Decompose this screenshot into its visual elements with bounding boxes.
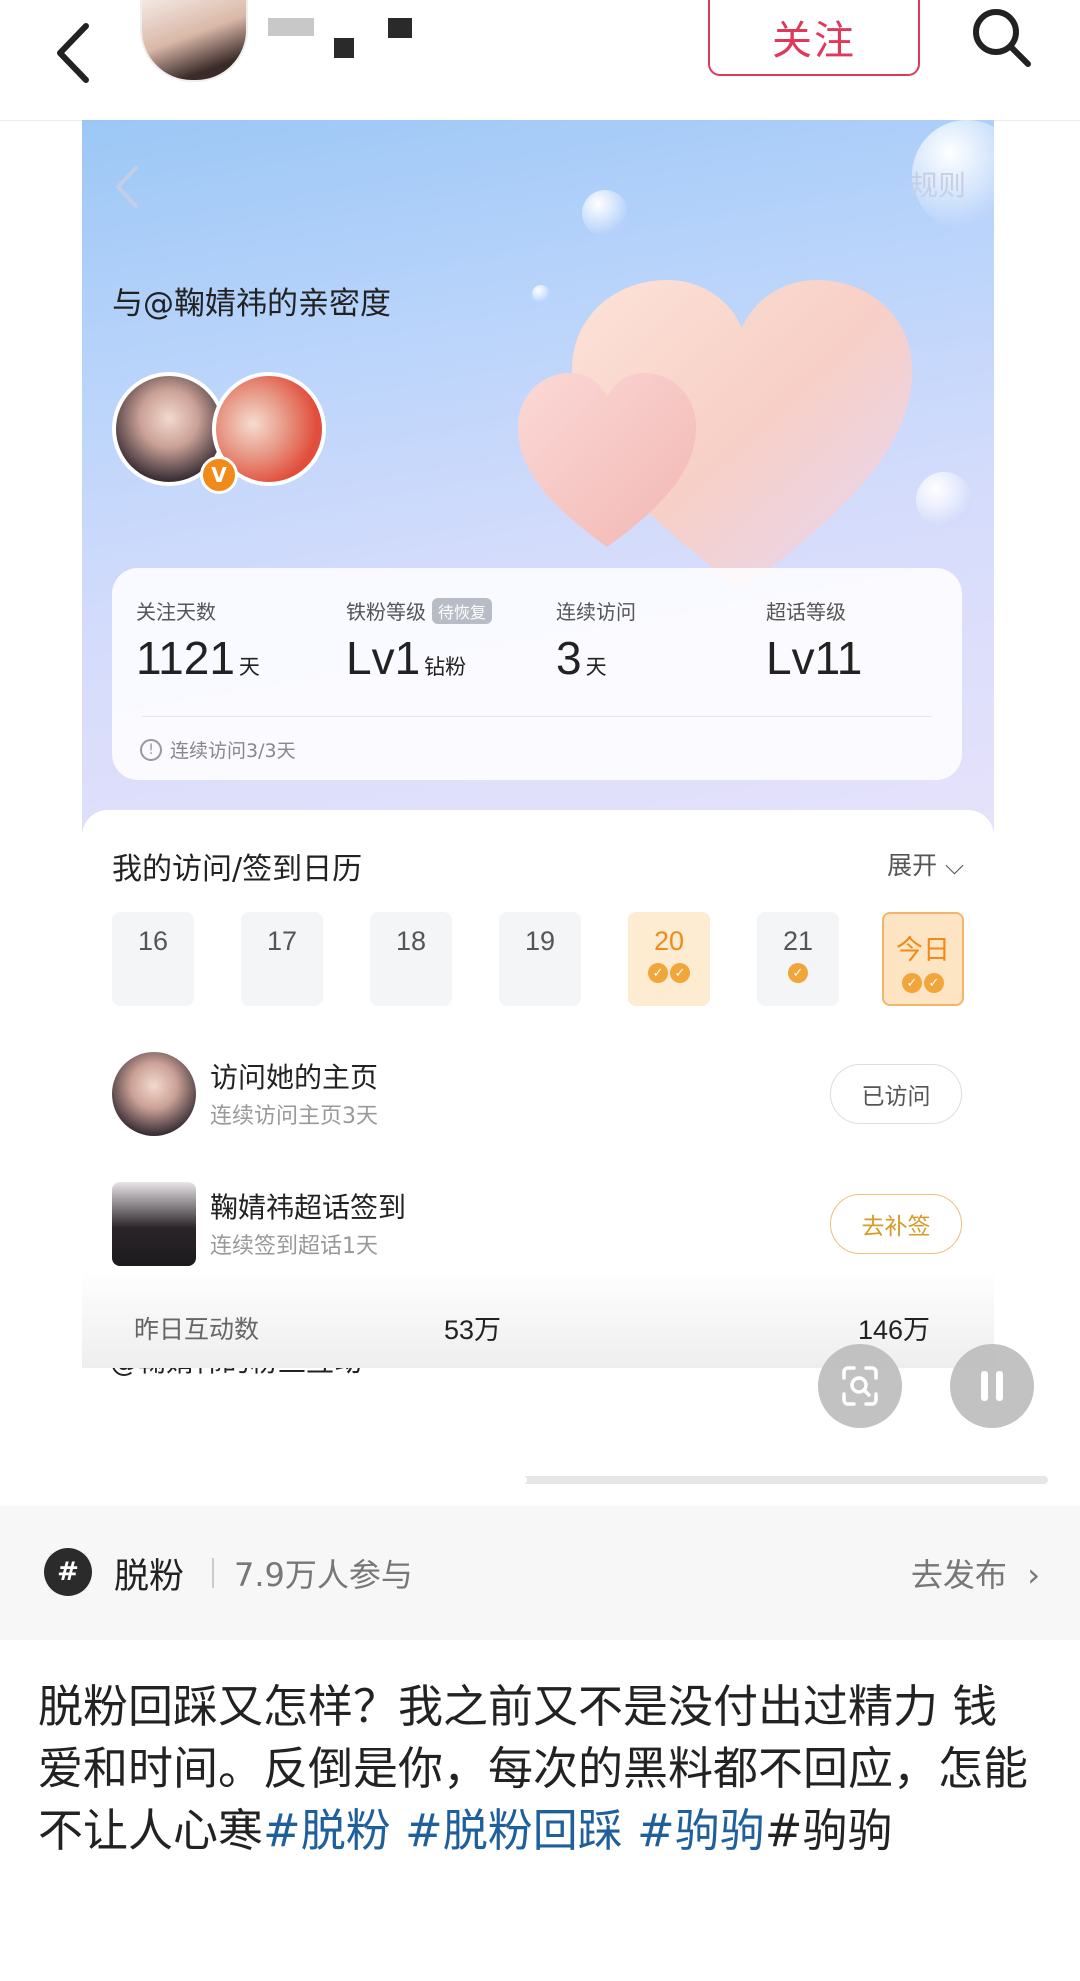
- calendar-day[interactable]: 19: [499, 912, 581, 1006]
- top-nav-bar: 关注: [0, 0, 1080, 121]
- yesterday-label: 昨日互动数: [134, 1315, 260, 1344]
- stat-value: 3: [556, 632, 582, 684]
- decor-bubble: [916, 472, 972, 528]
- censor-block: [388, 18, 412, 38]
- task-subtitle: 连续签到超话1天: [210, 1234, 378, 1259]
- check-icon: ✓: [902, 973, 922, 993]
- stat-supertopic-level: 超话等级 Lv11: [766, 596, 862, 685]
- yesterday-value: 53万: [444, 1315, 502, 1345]
- check-icon: ✓: [670, 963, 690, 983]
- stat-label: 铁粉等级: [346, 600, 426, 624]
- stat-iron-fan-level: 铁粉等级 待恢复 Lv1 钻粉: [346, 596, 493, 685]
- chevron-right-icon: ›: [1027, 1556, 1040, 1594]
- intimacy-stats-card: 关注天数 1121 天 铁粉等级 待恢复 Lv1 钻粉 连续访问 3天 超话等级 Lv…: [112, 568, 962, 780]
- task-supertopic-checkin: 鞠婧祎超话签到 连续签到超话1天 去补签: [112, 1182, 962, 1272]
- hashtag-link[interactable]: #脱粉回踩: [391, 1804, 623, 1857]
- visit-tip-text: 连续访问3/3天: [170, 740, 296, 762]
- hashtag-plain: #驹驹: [764, 1804, 893, 1857]
- stat-label: 关注天数: [136, 600, 216, 624]
- stat-label: 连续访问: [556, 600, 636, 624]
- calendar-day[interactable]: 16: [112, 912, 194, 1006]
- check-icon: ✓: [924, 973, 944, 993]
- stat-unit: 天: [238, 656, 260, 679]
- pending-restore-tag: 待恢复: [432, 597, 493, 624]
- video-progress-fill: [26, 1476, 527, 1484]
- follow-button[interactable]: 关注: [708, 0, 920, 76]
- decor-bubble: [582, 190, 628, 236]
- divider: [142, 716, 932, 717]
- stat-value: 1121: [136, 632, 235, 684]
- stat-consecutive-visits: 连续访问 3天: [556, 596, 636, 685]
- day-label: 16: [137, 926, 169, 956]
- calendar-day[interactable]: 21 ✓: [757, 912, 839, 1006]
- task-subtitle: 连续访问主页3天: [210, 1104, 378, 1129]
- calendar-day[interactable]: 20 ✓ ✓: [628, 912, 710, 1006]
- stat-unit: 钻粉: [424, 656, 467, 679]
- task-visit-homepage: 访问她的主页 连续访问主页3天 已访问: [112, 1052, 962, 1142]
- day-label: 20: [653, 926, 685, 956]
- day-label: 17: [266, 926, 298, 956]
- task-title: 访问她的主页: [210, 1061, 379, 1094]
- calendar-day[interactable]: 17: [241, 912, 323, 1006]
- calendar-day[interactable]: 18: [370, 912, 452, 1006]
- task-avatar: [112, 1182, 196, 1266]
- stat-value: Lv1: [346, 632, 421, 684]
- check-icon: ✓: [788, 963, 808, 983]
- stat-label: 超话等级: [766, 600, 846, 624]
- day-label: 21: [782, 926, 814, 956]
- small-heart-icon: [518, 373, 696, 547]
- topic-name: 脱粉: [114, 1557, 185, 1597]
- hashtag-link[interactable]: #驹驹: [623, 1804, 765, 1857]
- censored-username: [268, 18, 314, 36]
- stat-follow-days: 关注天数 1121 天: [136, 596, 260, 685]
- other-value: 146万: [858, 1315, 931, 1345]
- visited-button[interactable]: 已访问: [830, 1064, 962, 1124]
- go-publish-label: 去发布: [910, 1556, 1007, 1594]
- video-progress-bar[interactable]: [26, 1476, 1048, 1484]
- stat-value: Lv11: [766, 632, 863, 684]
- day-label: 今日: [896, 935, 950, 965]
- hashtag-link[interactable]: #脱粉: [263, 1804, 391, 1857]
- expand-label: 展开: [887, 851, 938, 880]
- image-search-icon[interactable]: [818, 1344, 902, 1428]
- chevron-down-icon: ⌵: [945, 851, 964, 880]
- day-label: 19: [524, 926, 556, 956]
- calendar-day-today[interactable]: 今日 ✓ ✓: [882, 912, 964, 1006]
- rules-link[interactable]: 规则: [910, 164, 966, 204]
- calendar-title: 我的访问/签到日历: [112, 852, 363, 887]
- user-avatar[interactable]: [140, 0, 248, 82]
- visit-tip: ! 连续访问3/3天: [140, 736, 296, 763]
- post-text: 脱粉回踩又怎样？我之前又不是没付出过精力 钱 爱和时间。反倒是你，每次的黑料都不…: [38, 1676, 1048, 1862]
- censor-block: [334, 38, 354, 58]
- stat-unit: 天: [585, 656, 607, 679]
- intimacy-title: 与@鞠婧祎的亲密度: [112, 286, 391, 322]
- info-icon: !: [140, 738, 162, 761]
- hashtag-icon: #: [44, 1548, 92, 1596]
- topic-participants: 7.9万人参与: [234, 1556, 413, 1594]
- topic-separator: [212, 1558, 214, 1588]
- back-chevron-icon[interactable]: [48, 18, 98, 88]
- search-icon[interactable]: [966, 4, 1036, 74]
- task-title: 鞠婧祎超话签到: [210, 1191, 407, 1224]
- day-label: 18: [395, 926, 427, 956]
- check-icon: ✓: [648, 963, 668, 983]
- task-avatar: [112, 1052, 196, 1136]
- intimacy-hero: 规则 与@鞠婧祎的亲密度 V 关注天数 1121 天 铁粉等级 待恢复 Lv1 …: [82, 120, 994, 840]
- makeup-checkin-button[interactable]: 去补签: [830, 1194, 962, 1254]
- topic-bar[interactable]: # 脱粉 7.9万人参与 去发布 ›: [0, 1506, 1080, 1640]
- expand-button[interactable]: 展开 ⌵: [887, 846, 964, 882]
- decor-bubble: [532, 285, 550, 303]
- pause-icon[interactable]: [950, 1344, 1034, 1428]
- go-publish-link[interactable]: 去发布 ›: [911, 1550, 1040, 1596]
- verified-badge-icon: V: [200, 456, 238, 494]
- hero-back-icon[interactable]: [112, 162, 142, 212]
